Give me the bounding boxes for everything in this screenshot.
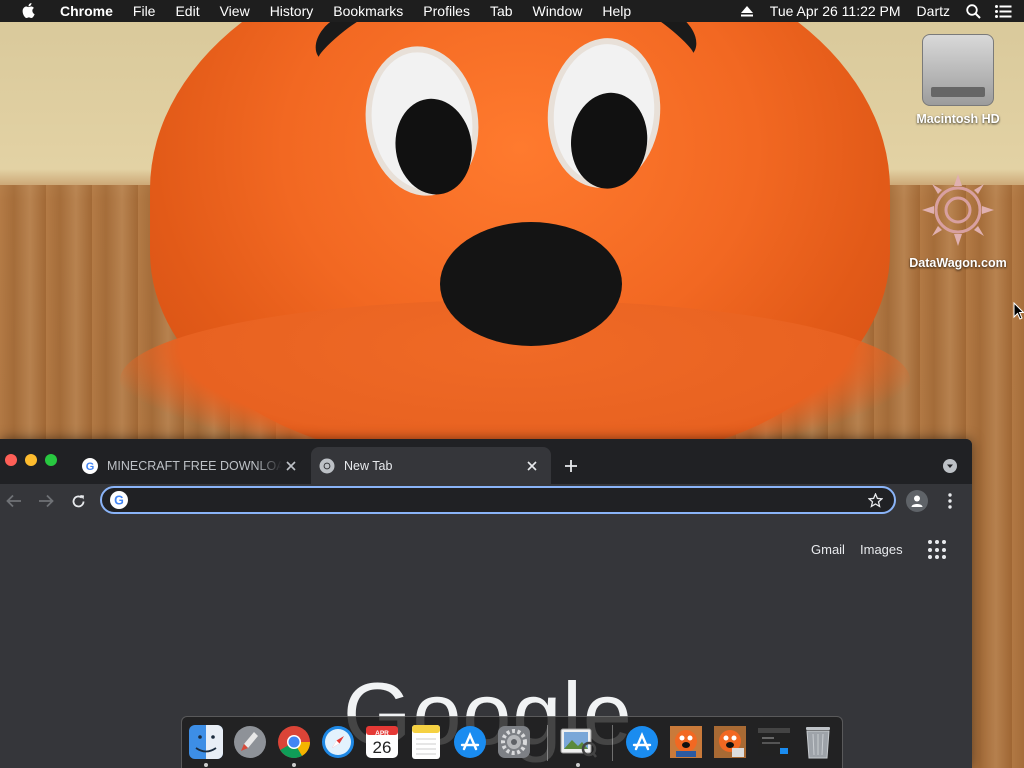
image-file-icon[interactable] bbox=[667, 723, 705, 761]
trash-icon[interactable] bbox=[799, 723, 837, 761]
screenshot-file-icon[interactable] bbox=[755, 723, 793, 761]
finder-icon[interactable] bbox=[187, 723, 225, 767]
menu-bookmarks[interactable]: Bookmarks bbox=[323, 0, 413, 22]
wallpaper-mascot-nose bbox=[440, 222, 622, 346]
calendar-icon[interactable]: APR 26 bbox=[363, 723, 401, 761]
desktop-icon-label: Macintosh HD bbox=[916, 112, 1000, 126]
svg-text:G: G bbox=[86, 461, 95, 473]
notes-icon[interactable] bbox=[407, 723, 445, 761]
menu-clock[interactable]: Tue Apr 26 11:22 PM bbox=[762, 0, 909, 22]
menu-profiles[interactable]: Profiles bbox=[413, 0, 480, 22]
menu-window[interactable]: Window bbox=[523, 0, 593, 22]
preview-icon[interactable] bbox=[559, 723, 597, 767]
desktop-icon-macintosh-hd[interactable]: Macintosh HD bbox=[898, 34, 1018, 126]
google-favicon: G bbox=[82, 457, 98, 474]
window-close-button[interactable] bbox=[5, 454, 17, 466]
back-arrow-icon[interactable] bbox=[2, 489, 26, 513]
desktop-icon-label: DataWagon.com bbox=[909, 256, 1007, 270]
address-input[interactable] bbox=[128, 492, 864, 508]
gmail-link[interactable]: Gmail bbox=[811, 542, 845, 557]
tab-strip: G MINECRAFT FREE DOWNLOAD New Tab bbox=[0, 439, 972, 484]
app-store-download-icon[interactable] bbox=[623, 723, 661, 761]
forward-arrow-icon[interactable] bbox=[34, 489, 58, 513]
menu-app-name[interactable]: Chrome bbox=[54, 0, 123, 22]
google-apps-grid-icon[interactable] bbox=[928, 540, 948, 560]
dock: APR 26 bbox=[181, 716, 843, 768]
address-bar[interactable]: G bbox=[100, 486, 896, 514]
profile-avatar-icon[interactable] bbox=[906, 490, 928, 512]
tab-title: MINECRAFT FREE DOWNLOAD bbox=[107, 458, 282, 473]
safari-icon[interactable] bbox=[319, 723, 357, 761]
app-store-icon[interactable] bbox=[451, 723, 489, 761]
tab-new-tab[interactable]: New Tab bbox=[311, 447, 551, 484]
calendar-day: 26 bbox=[372, 738, 392, 757]
menu-tab[interactable]: Tab bbox=[480, 0, 523, 22]
image-file-icon[interactable] bbox=[711, 723, 749, 761]
menu-bar: Chrome File Edit View History Bookmarks … bbox=[0, 0, 1024, 22]
window-minimize-button[interactable] bbox=[25, 454, 37, 466]
desktop-icon-datawagon[interactable]: DataWagon.com bbox=[898, 170, 1018, 270]
datawagon-icon bbox=[918, 170, 998, 250]
calendar-month: APR bbox=[375, 730, 389, 737]
chrome-icon[interactable] bbox=[275, 723, 313, 767]
menu-edit[interactable]: Edit bbox=[165, 0, 209, 22]
notification-center-icon[interactable] bbox=[988, 0, 1018, 22]
browser-toolbar: G bbox=[0, 484, 972, 518]
new-tab-plus-icon[interactable] bbox=[560, 455, 582, 477]
bookmark-star-icon[interactable] bbox=[864, 489, 886, 511]
svg-text:G: G bbox=[114, 494, 124, 508]
menu-history[interactable]: History bbox=[260, 0, 324, 22]
menu-user[interactable]: Dartz bbox=[909, 0, 958, 22]
system-preferences-gear-icon[interactable] bbox=[495, 723, 533, 761]
hard-drive-icon bbox=[922, 34, 994, 106]
tab-close-icon[interactable] bbox=[523, 457, 541, 475]
menu-view[interactable]: View bbox=[210, 0, 260, 22]
tab-close-icon[interactable] bbox=[282, 457, 300, 475]
reload-icon[interactable] bbox=[66, 489, 90, 513]
images-link[interactable]: Images bbox=[860, 542, 903, 557]
spotlight-search-icon[interactable] bbox=[958, 0, 988, 22]
window-zoom-button[interactable] bbox=[45, 454, 57, 466]
chrome-favicon bbox=[319, 458, 335, 474]
apple-menu-icon[interactable] bbox=[20, 2, 38, 20]
chrome-menu-kebab-icon[interactable] bbox=[940, 490, 960, 512]
menu-help[interactable]: Help bbox=[592, 0, 641, 22]
mouse-cursor-icon bbox=[1013, 301, 1024, 320]
menu-file[interactable]: File bbox=[123, 0, 166, 22]
tab-minecraft[interactable]: G MINECRAFT FREE DOWNLOAD bbox=[74, 447, 310, 484]
tab-title: New Tab bbox=[344, 458, 393, 473]
tab-search-chevron-icon[interactable] bbox=[940, 456, 960, 476]
google-g-icon: G bbox=[110, 491, 128, 509]
launchpad-icon[interactable] bbox=[231, 723, 269, 761]
eject-icon[interactable] bbox=[732, 0, 762, 22]
